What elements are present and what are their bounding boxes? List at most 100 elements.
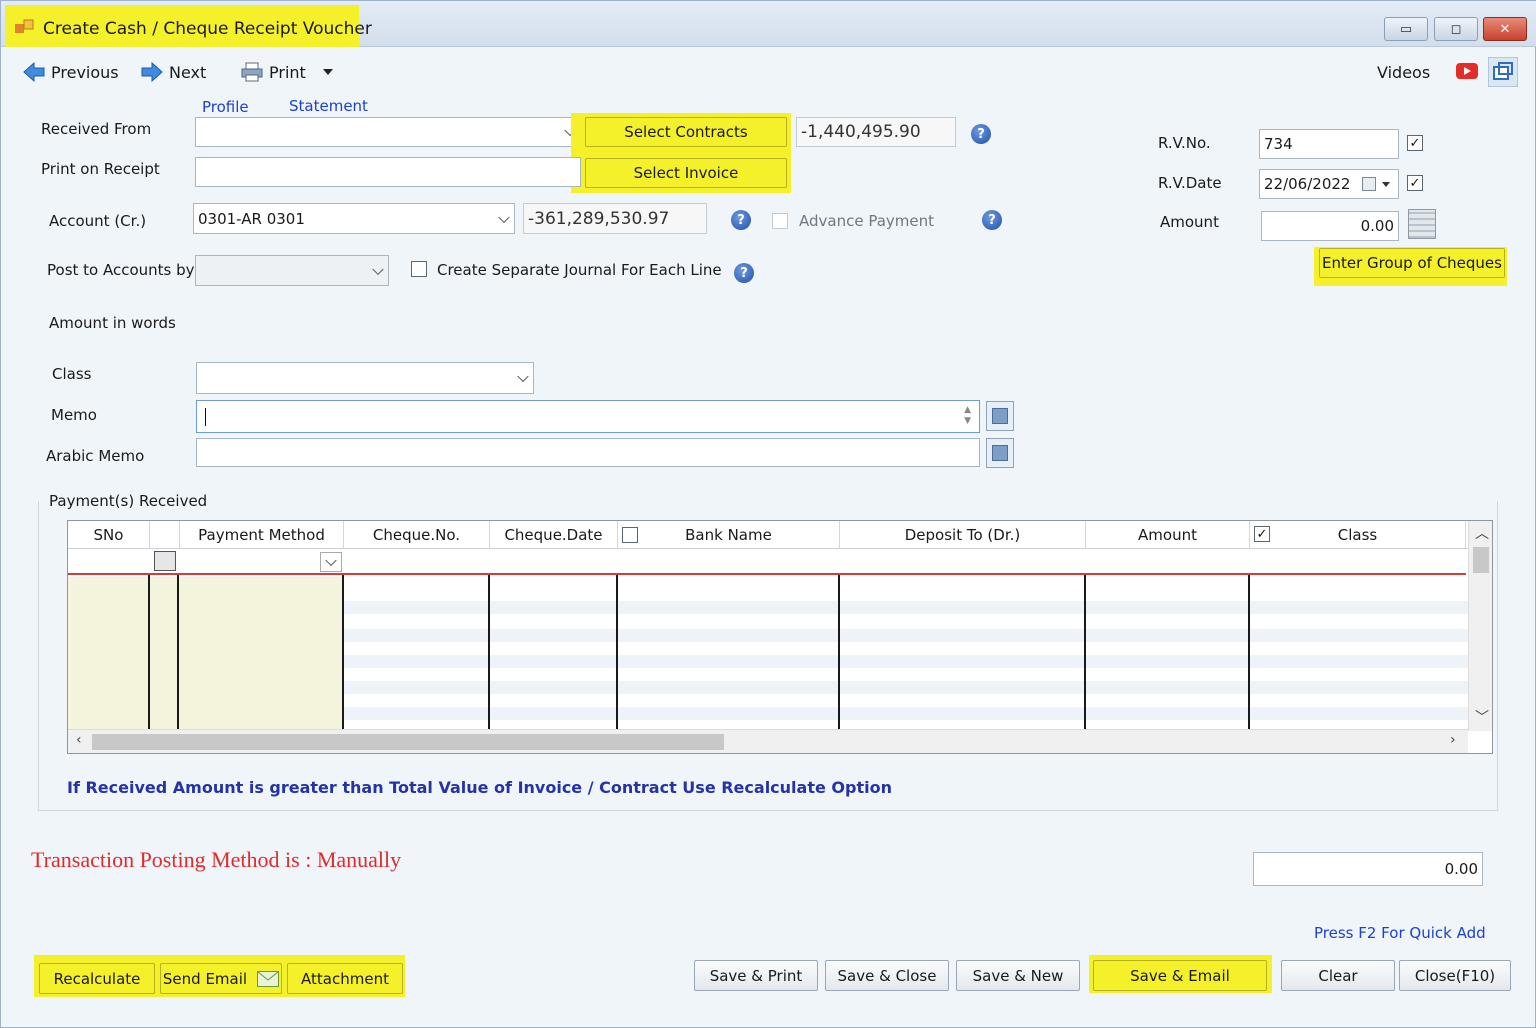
minimize-button[interactable]: ▭ — [1384, 17, 1428, 41]
chevron-down-icon — [325, 554, 337, 567]
videos-label: Videos — [1377, 62, 1431, 82]
new-row-icon[interactable] — [154, 551, 176, 571]
separate-journal-checkbox[interactable] — [411, 261, 427, 277]
dropdown-arrow-icon[interactable] — [322, 68, 334, 76]
previous-label: Previous — [51, 62, 119, 82]
recalculate-note: If Received Amount is greater than Total… — [67, 778, 892, 797]
payment-method-dropdown[interactable] — [320, 552, 342, 572]
next-button[interactable]: Next — [141, 59, 206, 85]
select-contracts-button[interactable]: Select Contracts — [585, 117, 787, 147]
account-select[interactable]: 0301-AR 0301 — [193, 203, 515, 234]
close-window-button[interactable]: ✕ — [1483, 17, 1527, 41]
scroll-left-icon[interactable]: ‹ — [76, 732, 82, 748]
col-header-cheque-no[interactable]: Cheque.No. — [344, 521, 490, 549]
save-new-button[interactable]: Save & New — [956, 960, 1080, 991]
row-stripe — [342, 655, 1468, 668]
received-from-select[interactable] — [195, 117, 581, 147]
dropdown-arrow-icon[interactable] — [1382, 182, 1390, 187]
grid-horizontal-scrollbar[interactable]: ‹ › — [68, 729, 1468, 753]
arrow-right-icon — [141, 62, 163, 82]
print-label: Print — [269, 62, 306, 82]
amount-header-checkbox[interactable]: ✓ — [1254, 526, 1270, 542]
chevron-down-icon — [372, 263, 384, 275]
col-header-payment-method[interactable]: Payment Method — [180, 521, 344, 549]
memo-input[interactable]: ▲ ▼ — [196, 400, 980, 433]
cheque-date-header-checkbox[interactable] — [622, 527, 638, 543]
total-amount-field: 0.00 — [1253, 852, 1483, 886]
grid-header: SNo Payment Method Cheque.No. Cheque.Dat… — [68, 521, 1468, 549]
grid-vertical-scrollbar[interactable]: ︿ ﹀ — [1468, 521, 1492, 731]
profile-link[interactable]: Profile — [202, 98, 249, 116]
col-header-cheque-date[interactable]: Cheque.Date — [490, 521, 618, 549]
enter-group-of-cheques-button[interactable]: Enter Group of Cheques — [1319, 248, 1505, 278]
arrow-left-icon — [23, 62, 45, 82]
help-icon[interactable]: ? — [734, 263, 754, 283]
save-arabic-memo-icon[interactable] — [986, 438, 1014, 468]
col-header-bank-name[interactable]: Bank Name — [618, 521, 840, 549]
help-icon[interactable]: ? — [982, 210, 1002, 230]
scroll-thumb[interactable] — [1473, 547, 1489, 573]
payments-grid[interactable]: SNo Payment Method Cheque.No. Cheque.Dat… — [67, 520, 1493, 754]
received-from-label: Received From — [41, 120, 152, 138]
print-button[interactable]: Print — [241, 59, 334, 85]
col-header-amount[interactable]: Amount — [1086, 521, 1250, 549]
calendar-icon[interactable] — [1362, 177, 1376, 191]
col-header-deposit-to[interactable]: Deposit To (Dr.) — [840, 521, 1086, 549]
post-to-accounts-select[interactable] — [195, 255, 389, 286]
restore-window-icon[interactable] — [1488, 57, 1518, 87]
amount-input[interactable]: 0.00 — [1261, 211, 1399, 241]
rv-date-input[interactable]: 22/06/2022 — [1259, 169, 1399, 199]
help-icon[interactable]: ? — [971, 124, 991, 144]
print-on-receipt-input[interactable] — [195, 157, 581, 187]
class-select[interactable] — [196, 362, 534, 394]
envelope-icon — [257, 970, 280, 987]
frozen-columns-area — [68, 577, 344, 731]
videos-link[interactable]: Videos — [1377, 59, 1430, 85]
help-icon[interactable]: ? — [731, 210, 751, 230]
select-invoice-button[interactable]: Select Invoice — [585, 158, 787, 188]
amount-label: Amount — [1160, 213, 1219, 231]
rv-date-label: R.V.Date — [1158, 174, 1222, 192]
previous-button[interactable]: Previous — [23, 59, 119, 85]
scroll-right-icon[interactable]: › — [1450, 732, 1456, 748]
youtube-icon[interactable] — [1456, 63, 1478, 79]
rv-no-label: R.V.No. — [1158, 134, 1211, 152]
col-divider — [148, 575, 150, 730]
account-balance: -361,289,530.97 — [523, 203, 707, 234]
app-icon — [15, 19, 34, 33]
statement-link[interactable]: Statement — [289, 97, 368, 115]
send-email-button[interactable]: Send Email — [160, 963, 282, 994]
scroll-down-icon[interactable]: ﹀ — [1475, 707, 1489, 727]
chevron-down-icon — [498, 211, 510, 223]
close-button[interactable]: Close(F10) — [1399, 960, 1511, 991]
recalculate-button[interactable]: Recalculate — [39, 963, 155, 994]
save-close-button[interactable]: Save & Close — [825, 960, 949, 991]
scroll-thumb[interactable] — [92, 734, 724, 750]
attachment-button[interactable]: Attachment — [287, 963, 403, 994]
row-stripe — [342, 707, 1468, 720]
rv-no-input[interactable]: 734 — [1259, 129, 1399, 159]
advance-payment-label: Advance Payment — [799, 212, 935, 230]
save-print-button[interactable]: Save & Print — [694, 960, 818, 991]
col-header-sno[interactable]: SNo — [68, 521, 150, 549]
account-label: Account (Cr.) — [49, 212, 147, 230]
separate-journal-label: Create Separate Journal For Each Line — [437, 261, 722, 279]
col-header-blank — [150, 521, 180, 549]
save-memo-icon[interactable] — [986, 401, 1014, 431]
calculator-icon[interactable] — [1408, 209, 1436, 239]
rv-no-checkbox[interactable]: ✓ — [1407, 135, 1423, 151]
col-divider — [342, 575, 344, 730]
spinner-icon: ▲ ▼ — [964, 405, 971, 426]
arabic-memo-input[interactable] — [196, 438, 980, 467]
col-header-class[interactable]: Class — [1250, 521, 1466, 549]
save-email-button[interactable]: Save & Email — [1093, 960, 1267, 991]
advance-payment-checkbox[interactable] — [772, 213, 788, 229]
maximize-button[interactable]: ◻ — [1434, 17, 1478, 41]
amount-in-words-label: Amount in words — [49, 314, 176, 332]
post-to-accounts-label: Post to Accounts by — [47, 261, 195, 279]
rv-date-checkbox[interactable]: ✓ — [1407, 175, 1423, 191]
scroll-up-icon[interactable]: ︿ — [1475, 523, 1489, 543]
col-divider — [177, 575, 179, 730]
clear-button[interactable]: Clear — [1281, 960, 1395, 991]
memo-label: Memo — [51, 406, 97, 424]
